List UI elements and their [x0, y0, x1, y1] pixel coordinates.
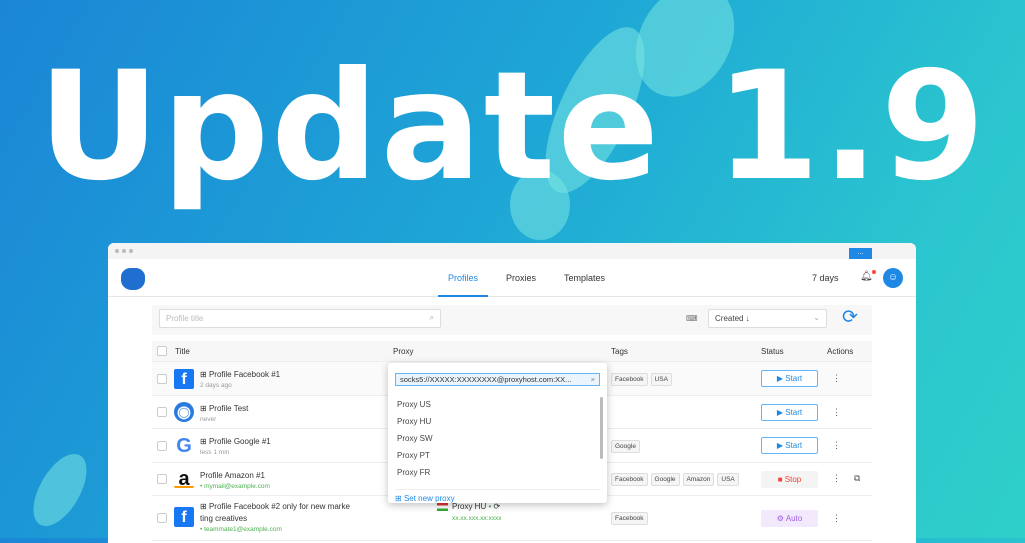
- profile-sub: • teammate1@example.com: [200, 526, 282, 533]
- clear-icon[interactable]: ×: [591, 375, 595, 384]
- headline: Update 1.9: [37, 40, 988, 214]
- proxy-dropdown: socks5://XXXXX:XXXXXXXX@proxyhost.com:XX…: [388, 363, 607, 503]
- tag: Facebook: [611, 473, 648, 486]
- keyboard-icon[interactable]: ⌨: [686, 314, 698, 323]
- google-icon: G: [176, 435, 192, 457]
- tag: Facebook: [611, 373, 648, 386]
- proxy-option[interactable]: Proxy US: [397, 400, 431, 409]
- start-button[interactable]: ▶ Start: [761, 437, 818, 454]
- more-icon[interactable]: ⋮: [832, 407, 841, 418]
- scrollbar[interactable]: [600, 397, 603, 459]
- proxy-cell[interactable]: Proxy HU • ⟳: [437, 502, 500, 511]
- row-checkbox[interactable]: [157, 474, 167, 484]
- subscription-days: 7 days: [812, 273, 839, 283]
- profile-name-cont: ting creatives: [200, 514, 248, 523]
- user-avatar[interactable]: ☺: [883, 268, 903, 288]
- chevron-down-icon: ⌄: [813, 313, 820, 322]
- col-title[interactable]: Title: [175, 347, 190, 356]
- tag: USA: [650, 373, 672, 386]
- search-icon: ⌕: [429, 313, 434, 322]
- tab-profiles[interactable]: Profiles: [438, 259, 489, 297]
- proxy-option[interactable]: Proxy PT: [397, 451, 430, 460]
- set-new-proxy-button[interactable]: ⊞ Set new proxy: [395, 489, 600, 503]
- row-checkbox[interactable]: [157, 513, 167, 523]
- profile-name: ⊞ Profile Test: [200, 404, 249, 413]
- row-checkbox[interactable]: [157, 374, 167, 384]
- sort-select[interactable]: Created ↓ ⌄: [708, 309, 827, 328]
- tag: Amazon: [682, 473, 715, 486]
- refresh-icon[interactable]: ⟳: [842, 308, 858, 328]
- profile-icon: ◉: [174, 402, 194, 422]
- profile-sub: less 1 min: [200, 449, 230, 456]
- bell-icon[interactable]: 🔔︎: [860, 270, 876, 282]
- octopus-logo: [121, 268, 145, 290]
- start-button[interactable]: ▶ Start: [761, 370, 818, 387]
- select-all-checkbox[interactable]: [157, 346, 167, 356]
- col-tags: Tags: [611, 347, 628, 356]
- toolbar: Profile title ⌕ ⌨ Created ↓ ⌄ ⟳: [152, 305, 872, 335]
- proxy-option[interactable]: Proxy FR: [397, 468, 430, 477]
- profile-name: ⊞ Profile Facebook #2 only for new marke: [200, 502, 350, 511]
- tag: Google: [611, 440, 640, 453]
- facebook-icon: f: [174, 507, 194, 527]
- profile-sub: • mymail@example.com: [200, 483, 270, 490]
- facebook-icon: f: [174, 369, 194, 389]
- col-proxy: Proxy: [393, 347, 414, 356]
- tag: USA: [717, 473, 739, 486]
- tag: Google: [650, 473, 680, 486]
- tag: Facebook: [611, 512, 648, 525]
- proxy-option[interactable]: Proxy SW: [397, 434, 433, 443]
- proxy-ip: xx.xx.xxx.xx:xxxx: [452, 515, 502, 522]
- profile-sub: never: [200, 416, 217, 423]
- tab-proxies[interactable]: Proxies: [496, 259, 546, 297]
- table-header: Title Proxy Tags Status Actions: [152, 341, 872, 362]
- stop-button[interactable]: ■ Stop: [761, 471, 818, 488]
- proxy-option[interactable]: Proxy HU: [397, 417, 431, 426]
- amazon-icon: a: [174, 468, 194, 490]
- titlebar-button[interactable]: ...: [849, 248, 872, 259]
- window-icon[interactable]: ⧉: [854, 473, 860, 484]
- more-icon[interactable]: ⋮: [832, 473, 841, 484]
- profile-name: Profile Amazon #1: [200, 471, 265, 480]
- row-checkbox[interactable]: [157, 407, 167, 417]
- col-actions: Actions: [827, 347, 854, 356]
- profile-name: ⊞ Profile Google #1: [200, 437, 271, 446]
- search-placeholder: Profile title: [166, 314, 204, 323]
- search-input[interactable]: Profile title ⌕: [159, 309, 441, 328]
- start-button[interactable]: ▶ Start: [761, 404, 818, 421]
- tab-templates[interactable]: Templates: [554, 259, 615, 297]
- app-window: ... Profiles Proxies Templates 7 days 🔔︎…: [108, 243, 916, 543]
- profile-name: ⊞ Profile Facebook #1: [200, 370, 281, 379]
- proxy-input[interactable]: socks5://XXXXX:XXXXXXXX@proxyhost.com:XX…: [395, 373, 600, 386]
- more-icon[interactable]: ⋮: [832, 373, 841, 384]
- row-checkbox[interactable]: [157, 441, 167, 451]
- window-controls[interactable]: [115, 249, 133, 253]
- top-nav: Profiles Proxies Templates 7 days 🔔︎ ☺: [108, 259, 916, 297]
- decor-blob: [22, 445, 98, 535]
- titlebar: ...: [108, 243, 916, 259]
- auto-button[interactable]: ⚙ Auto: [761, 510, 818, 527]
- profile-sub: 2 days ago: [200, 382, 232, 389]
- hungary-flag-icon: [437, 502, 448, 511]
- more-icon[interactable]: ⋮: [832, 513, 841, 524]
- sort-value: Created ↓: [715, 314, 750, 323]
- more-icon[interactable]: ⋮: [832, 440, 841, 451]
- col-status: Status: [761, 347, 784, 356]
